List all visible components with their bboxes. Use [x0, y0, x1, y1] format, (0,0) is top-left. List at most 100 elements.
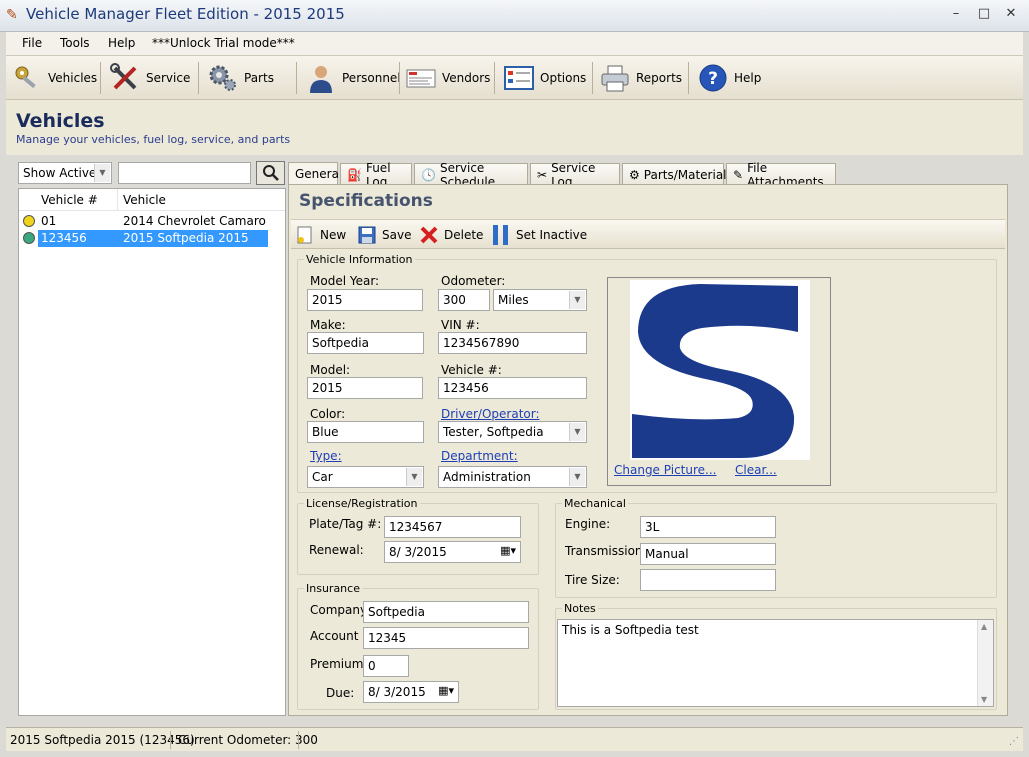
- scroll-down-icon[interactable]: ▼: [981, 695, 987, 704]
- menu-help[interactable]: Help: [108, 36, 135, 50]
- odometer-field[interactable]: 300: [438, 289, 490, 311]
- tab-file-attachments[interactable]: ✎ File Attachments: [726, 161, 836, 189]
- insurance-company-field[interactable]: Softpedia: [363, 601, 529, 623]
- transmission-field[interactable]: Manual: [640, 543, 776, 565]
- toolbar-reports-button[interactable]: Reports: [596, 60, 686, 96]
- renewal-date-picker[interactable]: 8/ 3/2015 ▦▾: [384, 541, 521, 563]
- dropdown-value: Tester, Softpedia: [443, 425, 544, 439]
- odometer-unit-dropdown[interactable]: Miles ▼: [493, 289, 587, 311]
- close-button[interactable]: ✕: [1000, 4, 1022, 24]
- toolbar-label: Vehicles: [48, 71, 98, 85]
- table-row-selected[interactable]: 123456 2015 Softpedia 2015: [19, 230, 285, 247]
- notes-scrollbar[interactable]: ▲ ▼: [977, 620, 993, 706]
- column-header-vehicle-num[interactable]: Vehicle #: [41, 193, 98, 207]
- search-button[interactable]: [256, 161, 285, 185]
- column-header-vehicle[interactable]: Vehicle: [123, 193, 166, 207]
- filter-selected: Show Active: [23, 166, 97, 180]
- insurance-account-field[interactable]: 12345: [363, 627, 529, 649]
- type-link[interactable]: Type:: [310, 449, 342, 463]
- model-field[interactable]: 2015: [307, 377, 423, 399]
- printer-icon: [600, 63, 630, 93]
- chevron-down-icon: ▼: [569, 291, 585, 309]
- scroll-up-icon[interactable]: ▲: [981, 622, 987, 631]
- clear-picture-link[interactable]: Clear...: [735, 463, 777, 477]
- status-divider: [298, 731, 299, 749]
- save-disk-icon: [358, 226, 376, 244]
- toolbar-service-button[interactable]: Service: [106, 60, 194, 96]
- title-bar: ✎ Vehicle Manager Fleet Edition - 2015 2…: [0, 0, 1029, 32]
- notes-textarea[interactable]: This is a Softpedia test ▲ ▼: [557, 619, 994, 707]
- transmission-label: Transmission:: [565, 544, 647, 558]
- tab-strip: General ⛽ Fuel Log 🕓 Service Schedule ✂ Ser…: [288, 161, 1018, 189]
- search-input[interactable]: [118, 162, 251, 184]
- engine-field[interactable]: 3L: [640, 516, 776, 538]
- toolbar-label: Help: [734, 71, 762, 85]
- gears-icon: [208, 63, 238, 93]
- search-icon: [262, 165, 279, 181]
- toolbar-label: Options: [540, 71, 587, 85]
- department-link[interactable]: Department:: [441, 449, 518, 463]
- table-header: Vehicle # Vehicle: [19, 189, 285, 211]
- menu-file[interactable]: File: [22, 36, 42, 50]
- tab-service-log[interactable]: ✂ Service Log: [530, 161, 620, 189]
- delete-button[interactable]: Delete: [419, 224, 483, 246]
- row-vehicle-num: 123456: [41, 231, 87, 245]
- toolbar-vendors-button[interactable]: Vendors: [402, 60, 494, 96]
- chevron-down-icon: ▼: [569, 468, 585, 486]
- vin-field[interactable]: 1234567890: [438, 332, 587, 354]
- set-inactive-button[interactable]: Set Inactive: [491, 224, 587, 246]
- toolbar-help-button[interactable]: ? Help: [694, 60, 765, 96]
- vehicle-num-field[interactable]: 123456: [438, 377, 587, 399]
- gear-icon: ⚙: [629, 167, 640, 182]
- toolbar-personnel-button[interactable]: Personnel: [302, 60, 405, 96]
- chevron-down-icon: ▼: [569, 423, 585, 441]
- tab-service-schedule[interactable]: 🕓 Service Schedule: [414, 161, 528, 189]
- change-picture-link[interactable]: Change Picture...: [614, 463, 716, 477]
- type-dropdown[interactable]: Car ▼: [307, 466, 424, 488]
- premium-label: Premium:: [310, 657, 368, 671]
- filter-dropdown[interactable]: Show Active ▼: [18, 162, 112, 184]
- group-legend: License/Registration: [306, 497, 418, 510]
- toolbar-separator: [688, 62, 689, 94]
- table-row[interactable]: 01 2014 Chevrolet Camaro Z28: [19, 213, 285, 242]
- vehicle-table: Vehicle # Vehicle 01 2014 Chevrolet Cama…: [18, 188, 286, 716]
- premium-field[interactable]: 0: [363, 655, 409, 677]
- vehicles-keys-icon: [12, 63, 42, 93]
- dropdown-value: Administration: [443, 470, 531, 484]
- menu-tools[interactable]: Tools: [60, 36, 90, 50]
- driver-dropdown[interactable]: Tester, Softpedia ▼: [438, 421, 587, 443]
- department-dropdown[interactable]: Administration ▼: [438, 466, 587, 488]
- model-label: Model:: [310, 363, 351, 377]
- minimize-button[interactable]: –: [945, 4, 967, 24]
- maximize-button[interactable]: □: [973, 4, 995, 24]
- group-legend: Vehicle Information: [306, 253, 413, 266]
- new-button[interactable]: New: [295, 224, 346, 246]
- toolbar-parts-button[interactable]: Parts: [204, 60, 278, 96]
- toolbar-label: Vendors: [442, 71, 491, 85]
- page-header: Vehicles Manage your vehicles, fuel log,…: [6, 100, 1023, 155]
- color-field[interactable]: Blue: [307, 421, 424, 443]
- model-year-field[interactable]: 2015: [307, 289, 423, 311]
- tab-general[interactable]: General: [288, 162, 342, 185]
- calendar-icon: ▦▾: [500, 544, 516, 557]
- save-button[interactable]: Save: [357, 224, 411, 246]
- toolbar-options-button[interactable]: Options: [500, 60, 590, 96]
- clock-icon: 🕓: [421, 167, 436, 182]
- toolbar-label: Personnel: [342, 71, 401, 85]
- toolbar-vehicles-button[interactable]: Vehicles: [8, 60, 101, 96]
- tire-size-field[interactable]: [640, 569, 776, 591]
- make-field[interactable]: Softpedia: [307, 332, 424, 354]
- tab-fuel-log[interactable]: ⛽ Fuel Log: [340, 161, 412, 189]
- due-date-picker[interactable]: 8/ 3/2015 ▦▾: [363, 681, 459, 703]
- toolbar-label: Service: [146, 71, 191, 85]
- app-icon: ✎: [6, 7, 18, 23]
- button-label: Save: [382, 228, 412, 242]
- toolbar-separator: [592, 62, 593, 94]
- menu-unlock-trial[interactable]: ***Unlock Trial mode***: [152, 36, 295, 50]
- tab-parts-materials[interactable]: ⚙ Parts/Materials: [622, 163, 733, 185]
- driver-operator-link[interactable]: Driver/Operator:: [441, 407, 540, 421]
- vin-label: VIN #:: [441, 318, 480, 332]
- resize-grip-icon[interactable]: ⋰: [1009, 736, 1019, 747]
- plate-field[interactable]: 1234567: [384, 516, 521, 538]
- dropdown-value: Car: [312, 470, 333, 484]
